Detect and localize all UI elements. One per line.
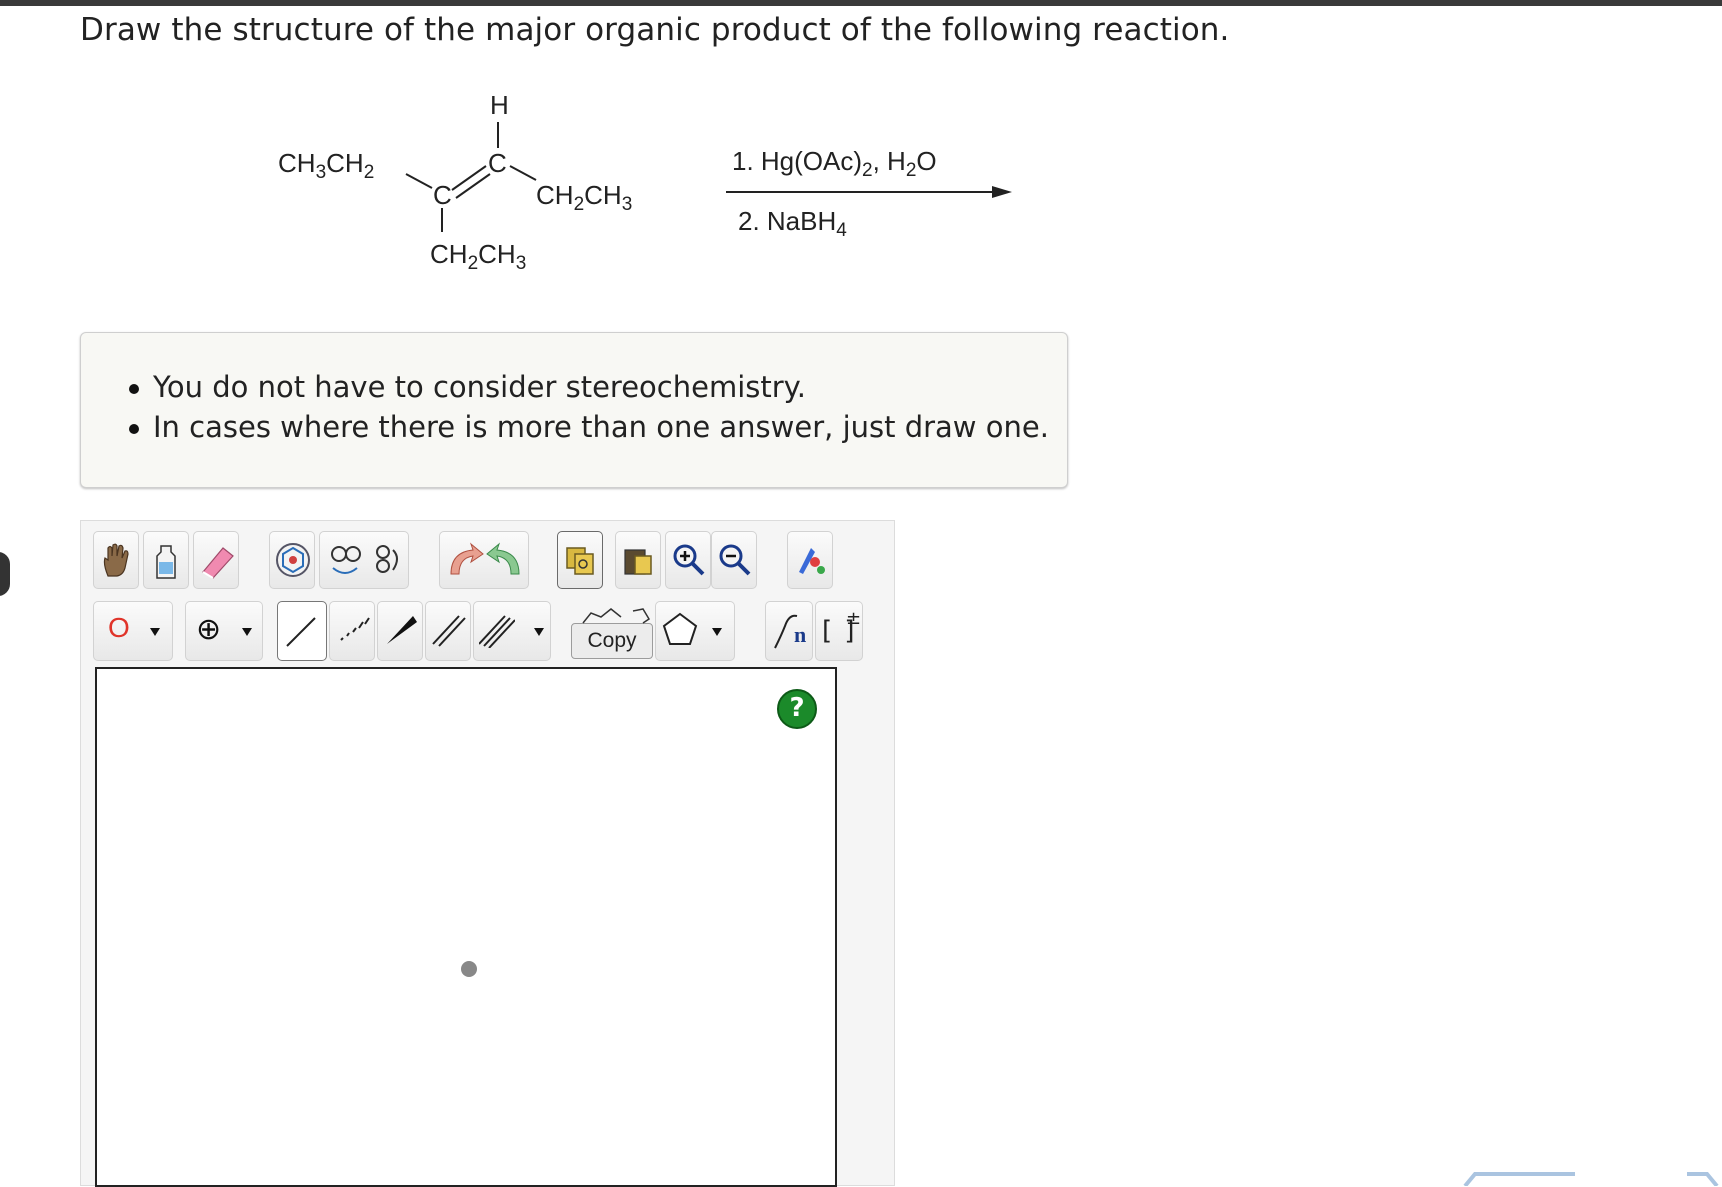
structure-editor: O ⊕ Copy n [ ] ± ? [80, 520, 895, 1187]
charge-icon: ⊕ [196, 612, 222, 647]
reaction-scheme: H C C CH3CH2 CH2CH3 CH2CH3 1. Hg(OAc)2, … [278, 90, 1012, 274]
ring-tools-button[interactable] [319, 531, 409, 589]
zoom-out-icon [719, 544, 751, 576]
reagent-step-1: 1. Hg(OAc)2, H2O [732, 146, 937, 181]
group-ch2ch3-right: CH2CH3 [536, 180, 632, 215]
chevron-down-icon [150, 628, 160, 636]
clear-tool-button[interactable] [143, 531, 189, 589]
eraser-tool-button[interactable] [193, 531, 239, 589]
hashed-bond-button[interactable] [329, 601, 375, 661]
atom-h: H [490, 90, 509, 120]
atom-c-lower: C [433, 180, 452, 210]
triple-bond-button[interactable] [473, 601, 551, 661]
single-bond-icon [286, 617, 316, 647]
bond-left [405, 173, 433, 189]
bracket-button[interactable]: [ ] ± [815, 601, 863, 661]
zoom-in-button[interactable] [665, 531, 711, 589]
triple-bond-icon [479, 615, 515, 648]
pagination-nav-partial[interactable] [1455, 1168, 1722, 1186]
undo-redo-button[interactable] [439, 531, 529, 589]
drawing-canvas[interactable]: ? [95, 667, 837, 1187]
paste-tool-button[interactable] [615, 531, 661, 589]
help-button[interactable]: ? [777, 689, 817, 729]
hand-tool-button[interactable] [93, 531, 139, 589]
bond-right [509, 165, 537, 181]
charge-selector[interactable]: ⊕ [185, 601, 263, 661]
bracket-charge-label: ± [846, 608, 862, 629]
copy-tool-button[interactable] [557, 531, 603, 589]
atom-selector[interactable]: O [93, 601, 173, 661]
chevron-down-icon [242, 628, 252, 636]
zoom-in-icon [673, 544, 705, 576]
copy-icon [566, 547, 594, 575]
hint-item: In cases where there is more than one an… [129, 407, 1049, 447]
paste-icon [624, 549, 652, 575]
arrow-head [992, 186, 1012, 198]
single-bond-button[interactable] [277, 601, 327, 661]
chevron-down-icon [534, 628, 544, 636]
clean-structure-button[interactable] [787, 531, 833, 589]
group-ch2ch3-bottom: CH2CH3 [430, 239, 526, 274]
hint-item: You do not have to consider stereochemis… [129, 367, 1049, 407]
top-bar [0, 0, 1722, 6]
question-prompt: Draw the structure of the major organic … [80, 12, 1230, 48]
clean-structure-icon [799, 548, 825, 574]
copy-button[interactable]: Copy [571, 623, 653, 659]
templates-icon [276, 543, 310, 577]
eraser-icon [202, 547, 234, 579]
atom-c-upper: C [488, 148, 507, 178]
hand-icon [103, 543, 129, 577]
undo-redo-icon [450, 542, 520, 575]
group-ch3ch2: CH3CH2 [278, 148, 374, 183]
sgroup-label: n [794, 622, 807, 647]
double-bond-button[interactable] [425, 601, 471, 661]
wedge-bond-button[interactable] [377, 601, 423, 661]
hint-list: You do not have to consider stereochemis… [129, 367, 1049, 447]
template-tool-button[interactable] [269, 531, 315, 589]
pentagon-ring-icon [662, 612, 698, 645]
clear-bottle-icon [156, 545, 176, 579]
bond-double-b [455, 173, 491, 199]
atom-label: O [108, 612, 130, 643]
wedge-bond-icon [387, 616, 417, 644]
canvas-center-dot [461, 961, 477, 977]
sgroup-button[interactable]: n [765, 601, 813, 661]
rings-icon [331, 545, 398, 574]
ring-selector[interactable] [655, 601, 735, 661]
side-scroll-handle[interactable] [0, 552, 10, 596]
hint-box: You do not have to consider stereochemis… [80, 332, 1068, 488]
hashed-bond-icon [340, 617, 370, 641]
bond-double-a [451, 165, 487, 191]
reagent-step-2: 2. NaBH4 [738, 206, 847, 241]
double-bond-icon [432, 615, 466, 647]
chevron-down-icon [712, 628, 722, 636]
zoom-out-button[interactable] [711, 531, 757, 589]
chair-ring-icon [582, 608, 651, 624]
